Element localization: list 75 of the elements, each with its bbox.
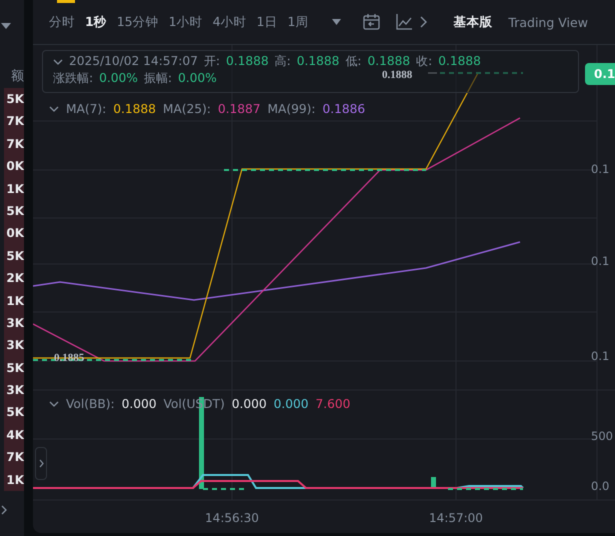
amount-cell: 7K [4,132,24,156]
ohlc-value: 0.1888 [368,53,410,70]
amount-cell: 0K [4,155,24,178]
ma-label: MA(7): [66,102,106,116]
ohlc-label: 振幅: [144,70,172,87]
ma-value: 0.1888 [113,102,156,116]
view-tab[interactable]: 基本版 [453,14,492,30]
interval-tab[interactable]: 15分钟 [116,14,159,30]
amount-cell: 5K [4,200,24,222]
amount-cell: 7K [4,110,24,133]
view-tab[interactable]: Trading View [508,14,588,30]
ohlc-value: 0.1888 [438,53,481,70]
interval-tab[interactable]: 分时 [49,14,75,30]
amount-cell: 1K [4,290,24,312]
ohlc-value: 0.1888 [296,53,340,70]
volume-bar [431,477,436,489]
amount-cell: 2K [4,267,24,290]
interval-tab[interactable]: 1秒 [85,14,107,30]
amount-cell: 3K [4,379,24,402]
volume-legend-text: Vol(BB): [66,397,115,411]
chevron-down-icon[interactable] [53,58,63,64]
amount-cell: 1K [4,178,24,200]
interval-tab[interactable]: 4小时 [212,14,247,30]
column-header: 额 [11,68,24,86]
amount-cell: 4K [4,424,24,446]
interval-tab[interactable]: 1日 [256,14,278,30]
ma-label: MA(25): [162,102,211,116]
amount-cell: 5K [4,88,24,110]
ohlc-time: 2025/10/02 14:57:07 [69,53,198,70]
ohlc-label: 收: [416,53,432,70]
volume-legend-text: 0.000 [274,397,308,411]
expand-button[interactable] [35,447,47,480]
price-line-label: 0.1888 [382,69,412,81]
ohlc-value: 0.00% [99,70,138,87]
amount-cell: 0K [4,222,24,245]
price-axis-label: 0.1 [591,162,610,176]
ohlc-value: 0.1888 [226,53,269,70]
caret-down-icon[interactable] [1,23,11,29]
volume-legend-text: 0.000 [122,397,156,411]
amount-cell: 5K [4,401,24,424]
amount-cell: 3K [4,334,24,357]
price-axis-label: 0.1 [591,349,610,363]
amount-cell: 1K [4,468,24,492]
caret-down-icon[interactable] [332,19,342,25]
calendar-icon[interactable] [363,14,380,30]
volume-axis-label: 0.0 [591,479,610,493]
amount-cell: 5K [4,356,24,380]
amount-cell: 3K [4,312,24,334]
ma-value: 0.1887 [218,102,261,116]
line-chart-icon[interactable] [396,14,412,30]
price-tag: 0.1 [585,63,615,85]
price-axis-label: 0.1 [591,254,610,268]
ma-label: MA(99): [268,102,316,116]
chevron-right-icon[interactable] [420,16,428,28]
time-axis-label: 14:56:30 [204,511,260,525]
volume-axis-label: 500 [591,429,613,443]
chevron-down-icon[interactable] [49,401,59,407]
leader-line [428,72,437,74]
chevron-right-icon [38,459,44,468]
interval-tab[interactable]: 1周 [287,14,308,30]
chevron-right-icon[interactable] [1,505,7,515]
volume-legend-text: 0.000 [232,397,267,411]
ohlc-value: 0.00% [178,70,217,87]
ohlc-label: 高: [274,53,291,70]
amount-cell: 5K [4,244,24,268]
ma-value: 0.1886 [322,102,366,116]
tab-indicator [57,0,75,3]
ohlc-label: 涨跌幅: [53,70,94,87]
ohlc-label: 开: [204,53,220,70]
ohlc-label: 低: [345,53,362,70]
time-axis-label: 14:57:00 [428,511,484,525]
chevron-down-icon[interactable] [49,106,59,112]
interval-tab[interactable]: 1小时 [168,14,203,30]
volume-legend-text: 7.600 [315,397,350,411]
amount-cell: 7K [4,446,24,469]
